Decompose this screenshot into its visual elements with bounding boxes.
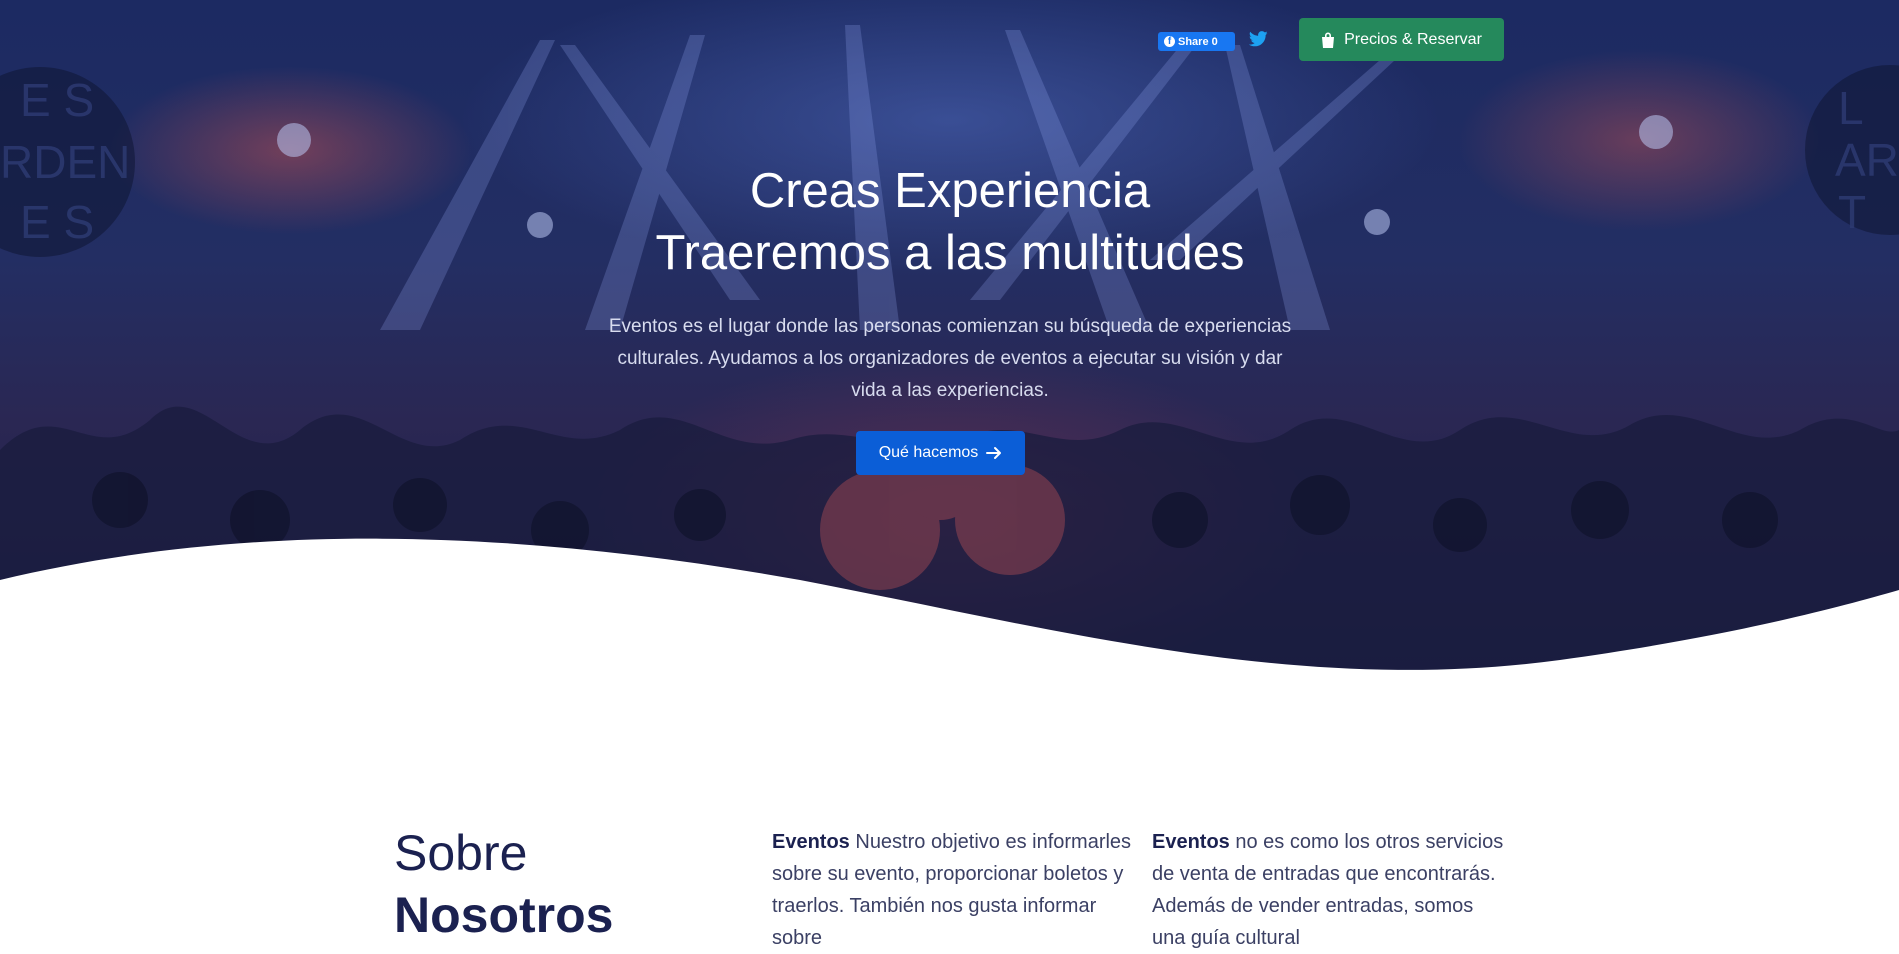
facebook-share-button[interactable]: f Share 0 — [1158, 32, 1235, 51]
shopping-bag-icon — [1322, 32, 1335, 48]
hero-title-line-2: Traeremos a las multitudes — [655, 226, 1245, 280]
svg-text:RDEN: RDEN — [0, 136, 130, 188]
pricing-reserve-button[interactable]: Precios & Reservar — [1299, 18, 1504, 61]
svg-text:T: T — [1838, 186, 1866, 238]
about-heading: Sobre Nosotros — [394, 822, 613, 946]
svg-text:E S: E S — [20, 196, 94, 248]
about-brand-2: Eventos — [1152, 831, 1230, 853]
about-brand-1: Eventos — [772, 831, 850, 853]
share-count: 0 — [1211, 35, 1218, 48]
hero-title: Creas Experiencia Traeremos a las multit… — [500, 160, 1400, 284]
cta-label: Qué hacemos — [878, 444, 979, 461]
what-we-do-button[interactable]: Qué hacemos — [856, 431, 1025, 475]
svg-text:AR: AR — [1835, 134, 1899, 186]
hero-title-line-1: Creas Experiencia — [749, 164, 1151, 218]
svg-text:E S: E S — [20, 74, 94, 126]
facebook-icon: f — [1164, 36, 1175, 47]
about-paragraph-1: Eventos Nuestro objetivo es informarles … — [772, 826, 1132, 954]
hero-description: Eventos es el lugar donde las personas c… — [608, 316, 1292, 401]
hero-section: E S RDEN E S L AR T f Share 0 Precios & … — [0, 0, 1899, 680]
svg-text:L: L — [1838, 82, 1864, 134]
about-heading-light: Sobre — [394, 825, 528, 881]
about-paragraph-2: Eventos no es como los otros servicios d… — [1152, 826, 1512, 954]
reserve-button-label: Precios & Reservar — [1344, 30, 1482, 48]
hero-wave-divider — [0, 538, 1899, 680]
arrow-right-icon — [986, 447, 1002, 459]
twitter-icon[interactable] — [1249, 31, 1268, 47]
share-label: Share — [1178, 35, 1209, 48]
